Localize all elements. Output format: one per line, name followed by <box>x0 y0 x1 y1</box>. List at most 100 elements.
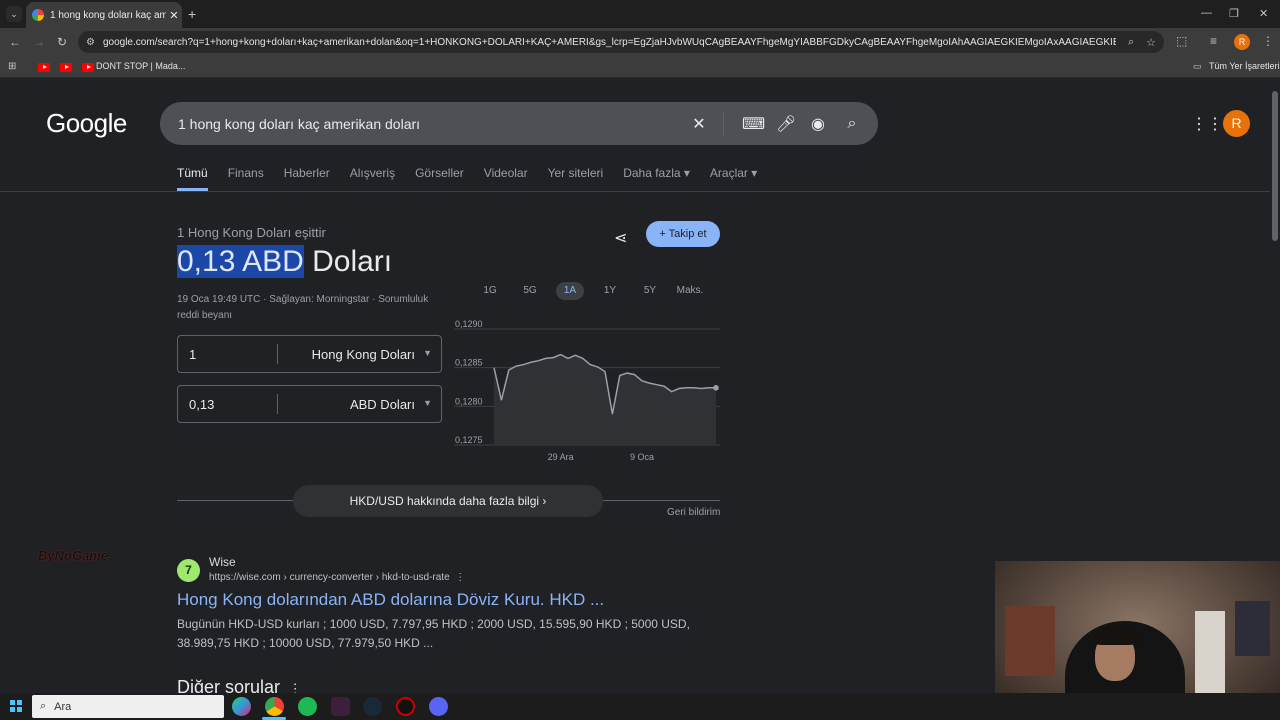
minimize-icon[interactable]: — <box>1201 7 1212 19</box>
result-site-name[interactable]: Wise <box>209 555 236 569</box>
from-currency-select[interactable]: Hong Kong Doları <box>312 347 415 362</box>
search-tab[interactable]: Araçlar ▾ <box>710 166 757 191</box>
search-tab[interactable]: Finans <box>228 166 264 191</box>
watermark-logo: ByNoGame <box>38 548 109 563</box>
close-window-icon[interactable]: ✕ <box>1259 7 1268 20</box>
close-tab-icon[interactable]: ✕ <box>166 9 182 22</box>
from-currency-box[interactable]: 1 Hong Kong Doları ▼ <box>177 335 442 373</box>
from-amount-input[interactable]: 1 <box>189 347 196 362</box>
site-info-icon[interactable]: ⚙ <box>86 37 95 48</box>
steam-icon[interactable] <box>363 697 382 716</box>
chart-range-selector: 1G 5G 1A 1Y 5Y Maks. <box>470 282 710 300</box>
result-more-icon[interactable]: ⋮ <box>452 572 465 583</box>
more-info-button[interactable]: HKD/USD hakkında daha fazla bilgi › <box>293 485 603 517</box>
menu-kebab-icon[interactable]: ⋮ <box>1262 34 1274 48</box>
search-icon[interactable]: ⌕ <box>844 115 860 133</box>
to-currency-box[interactable]: 0,13 ABD Doları ▼ <box>177 385 442 423</box>
snippet-line: 38.989,75 HKD ; 10000 USD, 77.979,50 HKD… <box>177 636 434 650</box>
range-option[interactable]: 5Y <box>630 282 670 300</box>
youtube-bookmark-icon[interactable] <box>82 63 94 72</box>
range-option[interactable]: Maks. <box>670 282 710 300</box>
search-tab[interactable]: Görseller <box>415 166 464 191</box>
box-divider <box>277 344 278 364</box>
share-icon[interactable]: ⋖ <box>614 228 627 248</box>
follow-button[interactable]: + Takip et <box>646 221 720 247</box>
tab-search-icon[interactable]: ⌄ <box>6 6 22 22</box>
result-snippet: Bugünün HKD-USD kurları ; 1000 USD, 7.79… <box>177 615 697 653</box>
result-rest-text: Doları <box>303 245 393 278</box>
new-tab-icon[interactable]: + <box>188 6 196 22</box>
data-point <box>713 384 719 391</box>
copilot-icon[interactable] <box>232 697 251 716</box>
x-tick-label: 29 Ara <box>548 452 574 462</box>
conversion-label: 1 Hong Kong Doları eşittir <box>177 225 326 240</box>
apps-grid-icon[interactable]: ⊞ <box>8 61 16 72</box>
scrollbar-thumb[interactable] <box>1272 91 1278 241</box>
app-icon[interactable] <box>396 697 415 716</box>
search-tab[interactable]: Daha fazla ▾ <box>623 166 690 191</box>
search-tabs: Tümü Finans Haberler Alışveriş Görseller Vide… <box>177 166 777 191</box>
taskbar-search[interactable]: ⌕ Ara <box>32 695 224 718</box>
search-tab[interactable]: Tümü <box>177 166 208 191</box>
webcam-poster <box>1235 601 1270 656</box>
search-tab[interactable]: Haberler <box>284 166 330 191</box>
result-url-text: https://wise.com › currency-converter › … <box>209 572 450 583</box>
chevron-down-icon[interactable]: ▼ <box>423 398 432 408</box>
wise-site-icon[interactable]: 7 <box>177 559 200 582</box>
search-input[interactable]: 1 hong kong doları kaç amerikan doları <box>178 116 673 132</box>
reading-list-icon[interactable]: ≡ <box>1210 34 1217 48</box>
restore-icon[interactable]: ❐ <box>1229 7 1239 20</box>
result-url[interactable]: https://wise.com › currency-converter › … <box>209 572 465 583</box>
clear-icon[interactable]: ✕ <box>691 114 707 134</box>
profile-avatar-small[interactable]: R <box>1234 34 1250 50</box>
reload-icon[interactable]: ↻ <box>57 35 67 49</box>
youtube-bookmark-icon[interactable] <box>60 63 72 72</box>
browser-toolbar: ← → ↻ ⚙ google.com/search?q=1+hong+kong+… <box>0 28 1280 56</box>
webcam-shelf <box>1195 611 1225 701</box>
browser-tab[interactable]: 1 hong kong doları kaç amerikan ✕ <box>26 2 182 28</box>
divider-line <box>177 500 297 501</box>
address-bar[interactable]: ⚙ google.com/search?q=1+hong+kong+doları… <box>78 31 1164 53</box>
more-options-icon[interactable]: ⋮ <box>285 681 302 693</box>
taskbar-search-placeholder: Ara <box>54 700 72 713</box>
search-box[interactable]: 1 hong kong doları kaç amerikan doları ✕… <box>160 102 878 145</box>
range-option[interactable]: 1A <box>556 282 584 300</box>
microphone-icon[interactable]: 🎤︎ <box>776 114 796 134</box>
account-avatar[interactable]: R <box>1223 110 1250 137</box>
keyboard-icon[interactable]: ⌨ <box>742 114 765 134</box>
snippet-line: Bugünün HKD-USD kurları ; 1000 USD, 7.79… <box>177 617 690 631</box>
zoom-icon[interactable]: ⌕ <box>1128 36 1134 49</box>
search-tab[interactable]: Videolar <box>484 166 528 191</box>
x-tick-label: 9 Oca <box>630 452 654 462</box>
lens-camera-icon[interactable]: ◉ <box>810 114 826 134</box>
to-amount-input[interactable]: 0,13 <box>189 397 214 412</box>
windows-start-icon[interactable] <box>10 700 22 712</box>
google-logo[interactable]: Google <box>46 108 127 139</box>
chrome-icon[interactable] <box>265 697 284 716</box>
app-icon[interactable] <box>331 697 350 716</box>
bookmark-dont-stop[interactable]: DONT STOP | Mada... <box>96 61 185 71</box>
forward-icon[interactable]: → <box>33 35 45 49</box>
search-divider <box>723 111 724 136</box>
chevron-right-icon: › <box>542 494 547 508</box>
result-title-link[interactable]: Hong Kong dolarından ABD dolarına Döviz … <box>177 590 604 610</box>
back-icon[interactable]: ← <box>9 35 21 49</box>
youtube-bookmark-icon[interactable] <box>38 63 50 72</box>
range-option[interactable]: 1G <box>470 282 510 300</box>
chevron-down-icon[interactable]: ▼ <box>423 348 432 358</box>
webcam-person-hair <box>1093 627 1137 645</box>
to-currency-select[interactable]: ABD Doları <box>350 397 415 412</box>
feedback-link[interactable]: Geri bildirim <box>667 507 720 518</box>
range-option[interactable]: 5G <box>510 282 550 300</box>
folder-icon: ▭ <box>1193 61 1202 71</box>
google-favicon-icon <box>32 9 44 21</box>
bookmark-star-icon[interactable]: ☆ <box>1146 36 1156 49</box>
spotify-icon[interactable] <box>298 697 317 716</box>
search-tab[interactable]: Yer siteleri <box>548 166 604 191</box>
all-bookmarks-link[interactable]: Tüm Yer İşaretleri <box>1209 61 1280 71</box>
range-option[interactable]: 1Y <box>590 282 630 300</box>
extensions-icon[interactable]: ⬚ <box>1176 34 1187 48</box>
search-tab[interactable]: Alışveriş <box>350 166 395 191</box>
discord-icon[interactable] <box>429 697 448 716</box>
conversion-meta: 19 Oca 19:49 UTC · Sağlayan: Morningstar… <box>177 294 429 321</box>
